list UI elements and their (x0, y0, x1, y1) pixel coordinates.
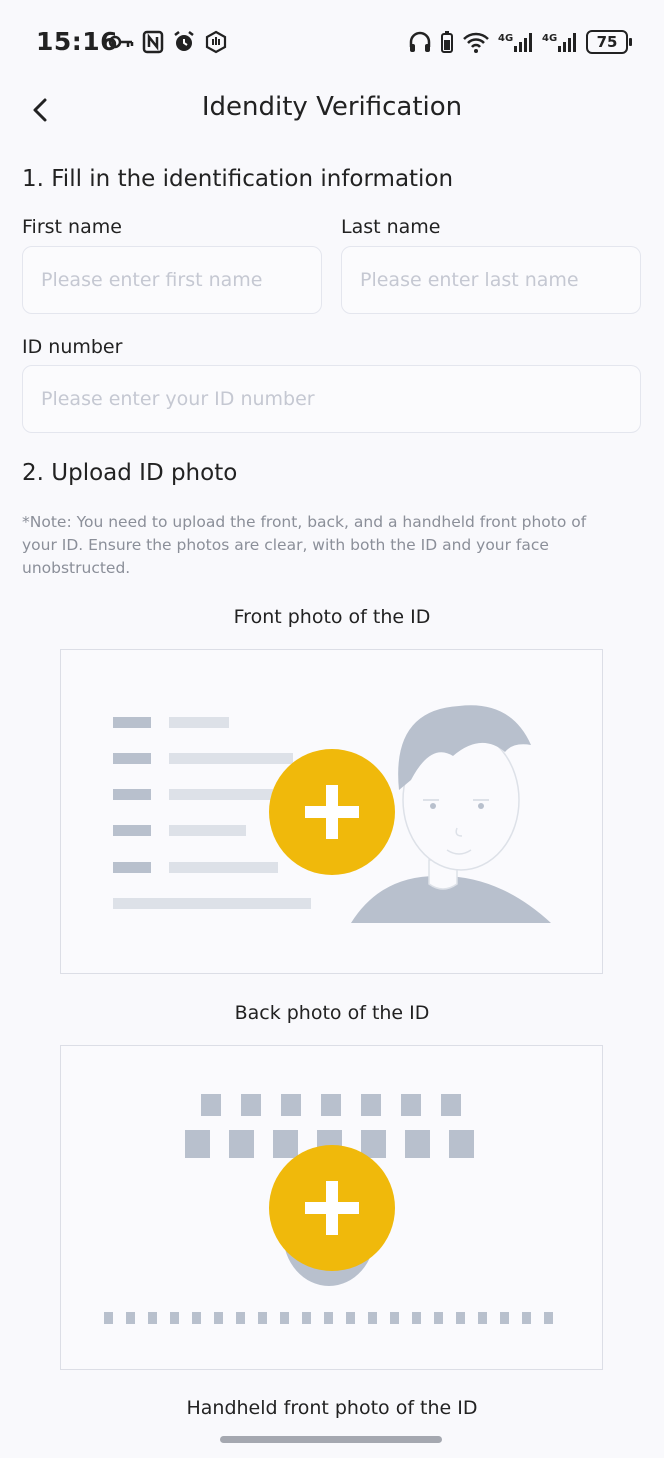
alarm-icon (174, 31, 194, 51)
page-title: Idendity Verification (201, 92, 463, 122)
status-time: 15:16 (36, 27, 119, 56)
handheld-photo-label: Handheld front photo of the ID (186, 1397, 478, 1419)
hand-icon (205, 30, 227, 54)
header: Idendity Verification (0, 84, 664, 134)
home-indicator[interactable] (220, 1436, 442, 1443)
status-icons-left (108, 30, 228, 54)
last-name-input[interactable] (341, 246, 641, 314)
battery-saver-icon (441, 31, 453, 53)
front-photo-upload[interactable] (60, 649, 603, 974)
signal-4g-icon-2: 4G (542, 33, 576, 52)
headphones-icon (409, 31, 431, 52)
back-photo-upload[interactable] (60, 1045, 603, 1370)
front-photo-label: Front photo of the ID (233, 606, 431, 628)
status-icons-right: 4G 4G 75 (408, 30, 632, 54)
svg-text:4G: 4G (542, 33, 557, 44)
upload-note: *Note: You need to upload the front, bac… (22, 513, 587, 577)
section-title-info: 1. Fill in the identification informatio… (22, 166, 454, 192)
back-photo-label: Back photo of the ID (234, 1002, 430, 1024)
signal-4g-icon: 4G (498, 33, 532, 52)
status-bar: 15:16 4G 4G 75 (0, 0, 664, 84)
id-number-label: ID number (22, 336, 123, 358)
battery-icon: 75 (586, 30, 632, 54)
svg-text:4G: 4G (498, 33, 513, 44)
first-name-input[interactable] (22, 246, 322, 314)
id-number-input[interactable] (22, 365, 641, 433)
wifi-icon (463, 32, 489, 53)
key-icon (108, 35, 134, 49)
first-name-label: First name (22, 216, 122, 238)
last-name-label: Last name (341, 216, 441, 238)
id-back-illustration (104, 1094, 553, 1324)
nfc-icon (142, 30, 164, 54)
id-front-illustration (113, 705, 551, 923)
section-title-upload: 2. Upload ID photo (22, 460, 238, 486)
